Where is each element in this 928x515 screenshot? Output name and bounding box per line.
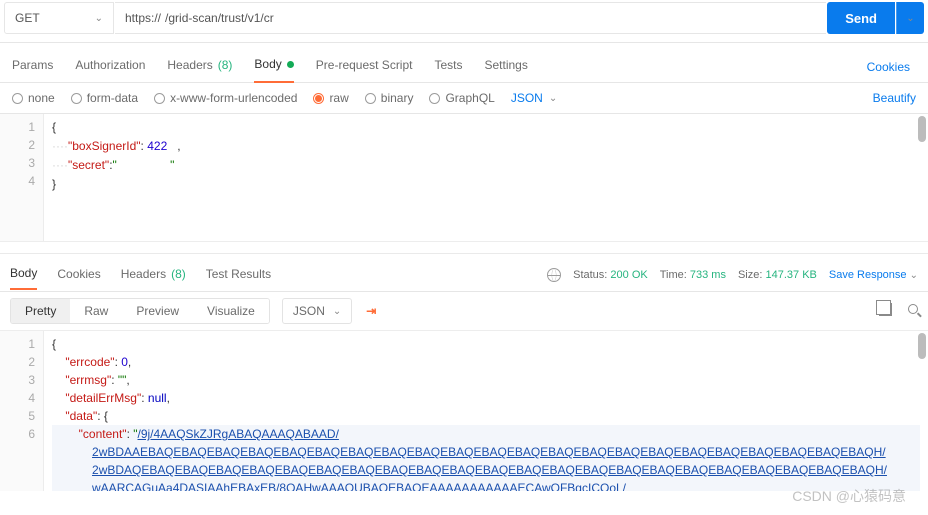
tab-prerequest[interactable]: Pre-request Script xyxy=(316,52,413,82)
response-viewmode-bar: Pretty Raw Preview Visualize JSON ⌄ ⇥ xyxy=(0,292,928,331)
body-language-select[interactable]: JSON ⌄ xyxy=(511,91,557,105)
chevron-down-icon: ⌄ xyxy=(549,93,557,104)
body-type-none[interactable]: none xyxy=(12,91,55,105)
search-icon[interactable] xyxy=(908,303,918,319)
url-scheme: https:// xyxy=(125,11,161,25)
resp-gutter: 123456 xyxy=(0,331,44,491)
body-type-graphql[interactable]: GraphQL xyxy=(429,91,494,105)
resp-tab-testresults[interactable]: Test Results xyxy=(206,261,271,289)
headers-count: (8) xyxy=(218,58,233,72)
tab-headers[interactable]: Headers (8) xyxy=(167,52,232,82)
send-dropdown[interactable]: ⌄ xyxy=(896,2,924,34)
url-input[interactable]: https:// /grid-scan/trust/v1/cr xyxy=(115,2,826,34)
chevron-down-icon: ⌄ xyxy=(95,13,103,24)
pane-separator[interactable] xyxy=(0,242,928,254)
body-type-raw[interactable]: raw xyxy=(313,91,348,105)
resp-tab-headers[interactable]: Headers (8) xyxy=(121,261,186,289)
resp-headers-count: (8) xyxy=(171,267,186,281)
status-block: Status: 200 OK xyxy=(573,269,648,281)
send-button[interactable]: Send xyxy=(827,2,895,34)
tab-settings[interactable]: Settings xyxy=(485,52,528,82)
changed-dot-icon xyxy=(287,61,294,68)
time-block: Time: 733 ms xyxy=(660,269,726,281)
editor-gutter: 1234 xyxy=(0,114,44,241)
viewmode-segmented: Pretty Raw Preview Visualize xyxy=(10,298,270,324)
scrollbar[interactable] xyxy=(918,116,926,142)
tab-body[interactable]: Body xyxy=(254,51,293,83)
scrollbar[interactable] xyxy=(918,333,926,359)
body-type-binary[interactable]: binary xyxy=(365,91,414,105)
beautify-link[interactable]: Beautify xyxy=(873,91,916,105)
response-tabs: Body Cookies Headers (8) Test Results St… xyxy=(0,254,928,292)
viewmode-visualize[interactable]: Visualize xyxy=(193,299,269,323)
body-type-formdata[interactable]: form-data xyxy=(71,91,138,105)
resp-code[interactable]: { "errcode": 0, "errmsg": "", "detailErr… xyxy=(44,331,928,491)
wrap-lines-icon[interactable]: ⇥ xyxy=(366,304,376,318)
tab-body-label: Body xyxy=(254,57,281,71)
chevron-down-icon: ⌄ xyxy=(906,13,914,24)
response-language-select[interactable]: JSON ⌄ xyxy=(282,298,352,324)
size-block: Size: 147.37 KB xyxy=(738,269,817,281)
copy-icon[interactable] xyxy=(879,303,892,319)
request-tabs: Params Authorization Headers (8) Body Pr… xyxy=(0,43,928,83)
resp-tab-body[interactable]: Body xyxy=(10,260,37,290)
globe-icon[interactable] xyxy=(547,268,561,282)
cookies-link[interactable]: Cookies xyxy=(867,60,910,74)
body-language-value: JSON xyxy=(511,91,543,105)
resp-tab-cookies[interactable]: Cookies xyxy=(57,261,100,289)
tab-params[interactable]: Params xyxy=(12,52,53,82)
chevron-down-icon: ⌄ xyxy=(910,270,918,281)
http-method-select[interactable]: GET ⌄ xyxy=(4,2,114,34)
response-body-editor[interactable]: 123456 { "errcode": 0, "errmsg": "", "de… xyxy=(0,331,928,491)
save-response[interactable]: Save Response ⌄ xyxy=(829,269,918,281)
tab-authorization[interactable]: Authorization xyxy=(75,52,145,82)
tab-tests[interactable]: Tests xyxy=(434,52,462,82)
chevron-down-icon: ⌄ xyxy=(333,306,341,317)
watermark: CSDN @心猿码意 xyxy=(792,486,906,506)
viewmode-raw[interactable]: Raw xyxy=(70,299,122,323)
http-method-value: GET xyxy=(15,11,40,25)
viewmode-pretty[interactable]: Pretty xyxy=(11,299,70,323)
tab-headers-label: Headers xyxy=(167,58,212,72)
viewmode-preview[interactable]: Preview xyxy=(122,299,193,323)
editor-code[interactable]: { ····"boxSignerId": 422 , ····"secret":… xyxy=(44,114,928,241)
request-body-editor[interactable]: 1234 { ····"boxSignerId": 422 , ····"sec… xyxy=(0,114,928,242)
body-type-bar: none form-data x-www-form-urlencoded raw… xyxy=(0,83,928,114)
url-path: /grid-scan/trust/v1/cr xyxy=(165,11,274,25)
body-type-urlencoded[interactable]: x-www-form-urlencoded xyxy=(154,91,297,105)
